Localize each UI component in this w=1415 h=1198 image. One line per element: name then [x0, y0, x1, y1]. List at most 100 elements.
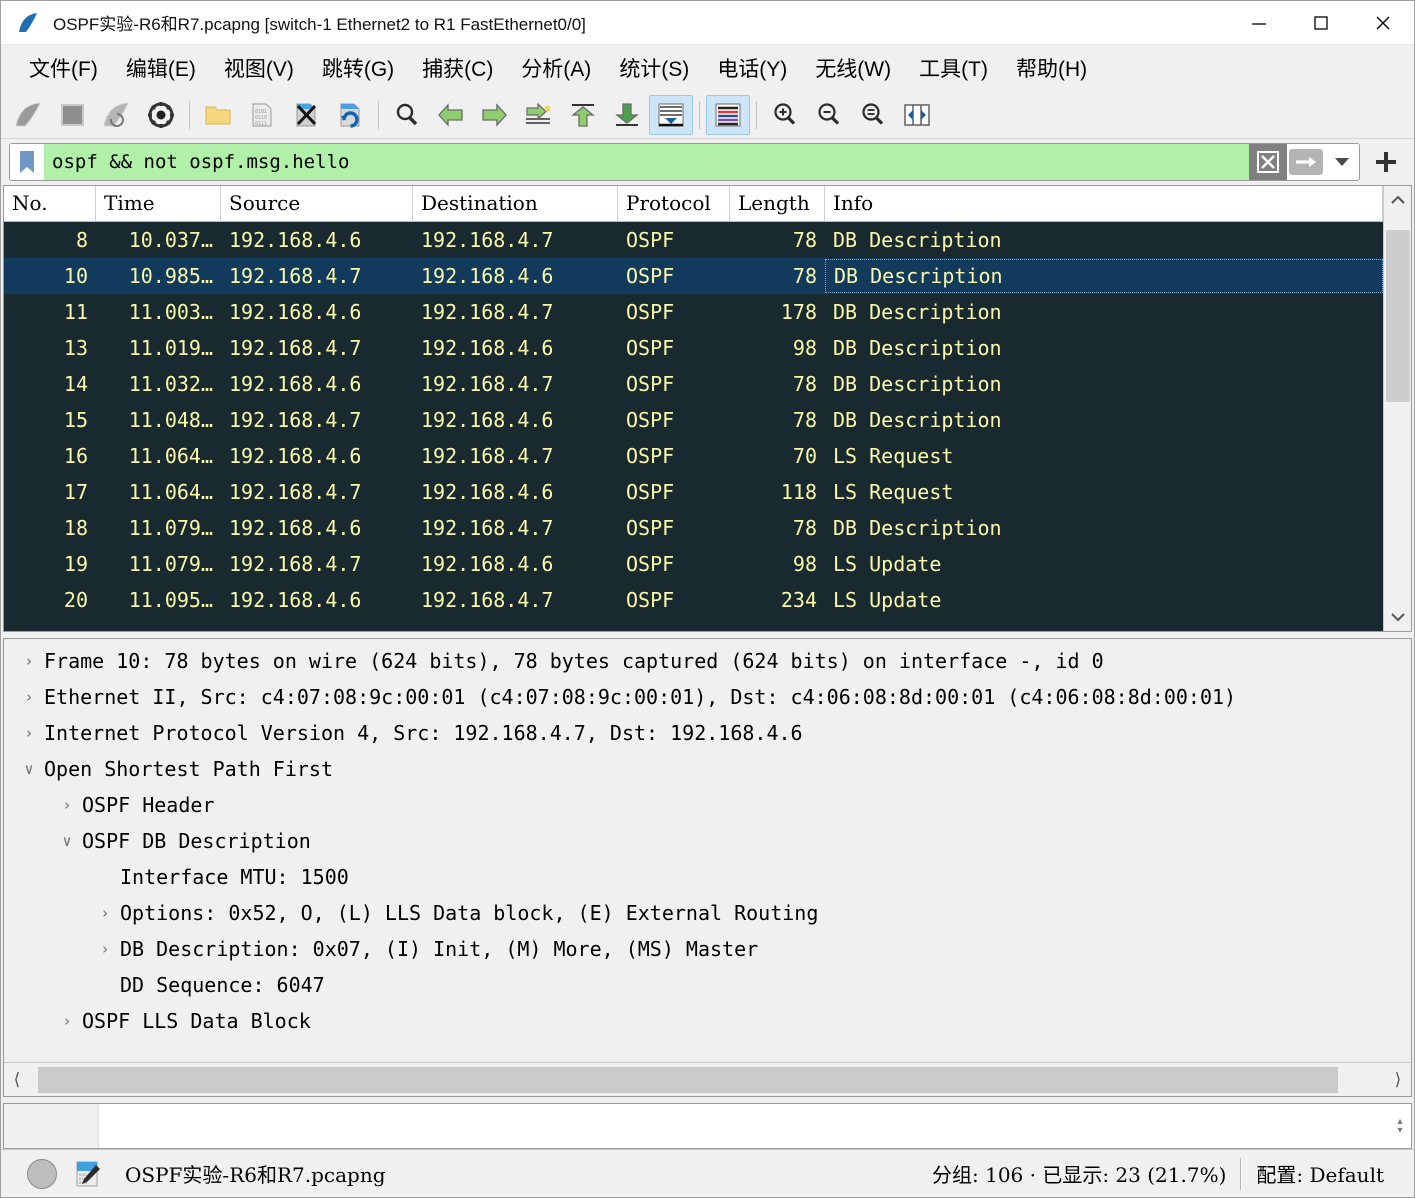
cell-length: 98: [730, 552, 825, 576]
table-row[interactable]: 1010.985…192.168.4.7192.168.4.6OSPF78DB …: [4, 258, 1383, 294]
menu-go[interactable]: 跳转(G): [308, 49, 408, 87]
menu-telephony[interactable]: 电话(Y): [703, 49, 801, 87]
go-to-last-icon[interactable]: [605, 95, 649, 135]
menu-view[interactable]: 视图(V): [210, 49, 308, 87]
menu-capture[interactable]: 捕获(C): [408, 49, 507, 87]
scrollbar-thumb[interactable]: [1386, 230, 1410, 402]
chevron-down-icon[interactable]: ∨: [16, 760, 42, 778]
zoom-in-icon[interactable]: [763, 95, 807, 135]
colorize-icon[interactable]: [706, 95, 750, 135]
detail-tree-item[interactable]: ›Frame 10: 78 bytes on wire (624 bits), …: [4, 643, 1411, 679]
minimize-button[interactable]: [1228, 1, 1290, 45]
cell-protocol: OSPF: [618, 300, 730, 324]
detail-tree-item[interactable]: DD Sequence: 6047: [4, 967, 1411, 1003]
zoom-out-icon[interactable]: [807, 95, 851, 135]
clear-filter-icon[interactable]: [1249, 144, 1287, 180]
table-row[interactable]: 1511.048…192.168.4.7192.168.4.6OSPF78DB …: [4, 402, 1383, 438]
column-header-length[interactable]: Length: [730, 186, 825, 221]
hscrollbar-thumb[interactable]: [38, 1067, 1338, 1093]
capture-options-icon[interactable]: [139, 95, 183, 135]
detail-horizontal-scrollbar[interactable]: ⟨ ⟩: [4, 1062, 1411, 1096]
column-header-no[interactable]: No.: [4, 186, 96, 221]
menu-help[interactable]: 帮助(H): [1002, 49, 1101, 87]
find-packet-icon[interactable]: [385, 95, 429, 135]
menu-wireless[interactable]: 无线(W): [801, 49, 905, 87]
packet-list-scrollbar[interactable]: [1383, 186, 1411, 631]
hscrollbar-track[interactable]: [30, 1064, 1385, 1096]
restart-capture-icon[interactable]: [95, 95, 139, 135]
zoom-reset-icon[interactable]: [851, 95, 895, 135]
bookmark-icon[interactable]: [10, 144, 44, 180]
table-row[interactable]: 2011.095…192.168.4.6192.168.4.7OSPF234LS…: [4, 582, 1383, 618]
column-header-time[interactable]: Time: [96, 186, 221, 221]
menu-tools[interactable]: 工具(T): [905, 49, 1002, 87]
stop-capture-icon[interactable]: [51, 95, 95, 135]
table-row[interactable]: 810.037…192.168.4.6192.168.4.7OSPF78DB D…: [4, 222, 1383, 258]
chevron-right-icon[interactable]: ›: [92, 904, 118, 922]
open-file-icon[interactable]: [196, 95, 240, 135]
expert-info-icon[interactable]: [27, 1159, 57, 1189]
chevron-right-icon[interactable]: ›: [16, 724, 42, 742]
menu-statistics[interactable]: 统计(S): [605, 49, 703, 87]
scroll-right-icon[interactable]: ⟩: [1385, 1064, 1411, 1096]
detail-tree-item[interactable]: ›Options: 0x52, O, (L) LLS Data block, (…: [4, 895, 1411, 931]
detail-tree-item[interactable]: ›OSPF LLS Data Block: [4, 1003, 1411, 1039]
detail-tree-label: Internet Protocol Version 4, Src: 192.16…: [42, 721, 803, 745]
table-row[interactable]: 1111.003…192.168.4.6192.168.4.7OSPF178DB…: [4, 294, 1383, 330]
display-filter-input[interactable]: [44, 144, 1249, 180]
table-row[interactable]: 1611.064…192.168.4.6192.168.4.7OSPF70LS …: [4, 438, 1383, 474]
detail-tree-item[interactable]: ›OSPF Header: [4, 787, 1411, 823]
scroll-up-icon[interactable]: [1384, 186, 1412, 214]
cell-info: LS Request: [825, 480, 1383, 504]
plus-icon[interactable]: [1366, 142, 1406, 182]
chevron-right-icon[interactable]: ›: [54, 1012, 80, 1030]
cell-source: 192.168.4.7: [221, 552, 413, 576]
cell-info: LS Request: [825, 444, 1383, 468]
chevron-right-icon[interactable]: ›: [16, 652, 42, 670]
column-header-info[interactable]: Info: [825, 186, 1383, 221]
scrollbar-track[interactable]: [1384, 214, 1412, 603]
menu-analyze[interactable]: 分析(A): [507, 49, 605, 87]
chevron-down-icon[interactable]: ∨: [54, 832, 80, 850]
close-file-icon[interactable]: [284, 95, 328, 135]
detail-tree-item[interactable]: ›Ethernet II, Src: c4:07:08:9c:00:01 (c4…: [4, 679, 1411, 715]
scroll-left-icon[interactable]: ⟨: [4, 1064, 30, 1096]
go-to-first-icon[interactable]: [561, 95, 605, 135]
menu-file[interactable]: 文件(F): [15, 49, 112, 87]
column-header-destination[interactable]: Destination: [413, 186, 618, 221]
save-file-icon[interactable]: 010101100111: [240, 95, 284, 135]
column-header-protocol[interactable]: Protocol: [618, 186, 730, 221]
detail-tree-item[interactable]: Interface MTU: 1500: [4, 859, 1411, 895]
detail-tree-item[interactable]: ›Internet Protocol Version 4, Src: 192.1…: [4, 715, 1411, 751]
detail-tree-item[interactable]: ›DB Description: 0x07, (I) Init, (M) Mor…: [4, 931, 1411, 967]
bytes-hex-area[interactable]: [99, 1104, 1389, 1148]
scroll-down-icon[interactable]: [1384, 603, 1412, 631]
cell-source: 192.168.4.7: [221, 264, 413, 288]
resize-columns-icon[interactable]: [895, 95, 939, 135]
chevron-right-icon[interactable]: ›: [54, 796, 80, 814]
chevron-right-icon[interactable]: ›: [16, 688, 42, 706]
menu-edit[interactable]: 编辑(E): [112, 49, 210, 87]
table-row[interactable]: 1311.019…192.168.4.7192.168.4.6OSPF98DB …: [4, 330, 1383, 366]
start-capture-icon[interactable]: [7, 95, 51, 135]
bytes-spinner[interactable]: ▴▾: [1389, 1104, 1411, 1148]
reload-file-icon[interactable]: [328, 95, 372, 135]
column-header-source[interactable]: Source: [221, 186, 413, 221]
detail-tree-item[interactable]: ∨Open Shortest Path First: [4, 751, 1411, 787]
cell-length: 78: [730, 228, 825, 252]
close-button[interactable]: [1352, 1, 1414, 45]
go-back-icon[interactable]: [429, 95, 473, 135]
auto-scroll-icon[interactable]: [649, 95, 693, 135]
detail-tree-item[interactable]: ∨OSPF DB Description: [4, 823, 1411, 859]
go-forward-icon[interactable]: [473, 95, 517, 135]
table-row[interactable]: 1811.079…192.168.4.6192.168.4.7OSPF78DB …: [4, 510, 1383, 546]
table-row[interactable]: 1711.064…192.168.4.7192.168.4.6OSPF118LS…: [4, 474, 1383, 510]
table-row[interactable]: 1411.032…192.168.4.6192.168.4.7OSPF78DB …: [4, 366, 1383, 402]
capture-comment-icon[interactable]: 010101100111: [73, 1159, 103, 1189]
apply-filter-icon[interactable]: [1287, 144, 1325, 180]
maximize-button[interactable]: [1290, 1, 1352, 45]
table-row[interactable]: 1911.079…192.168.4.7192.168.4.6OSPF98LS …: [4, 546, 1383, 582]
chevron-down-icon[interactable]: [1325, 144, 1359, 180]
chevron-right-icon[interactable]: ›: [92, 940, 118, 958]
go-to-packet-icon[interactable]: [517, 95, 561, 135]
